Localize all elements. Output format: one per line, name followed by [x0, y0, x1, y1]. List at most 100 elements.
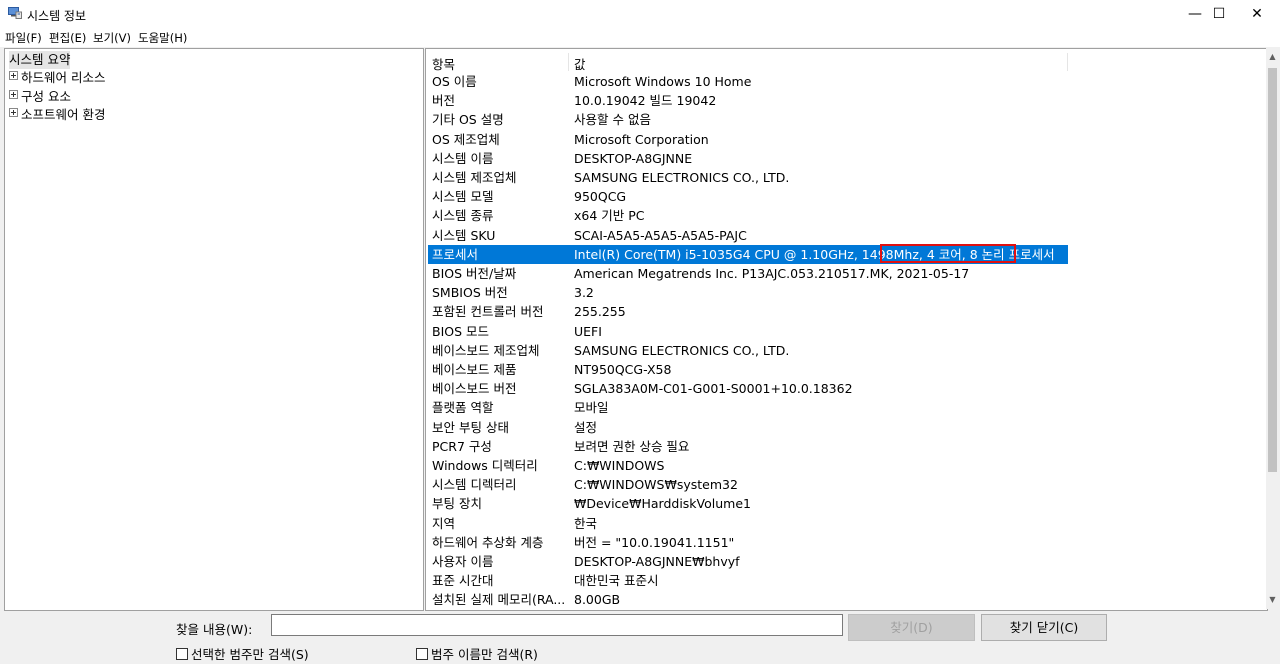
- table-row[interactable]: 시스템 이름 DESKTOP-A8GJNNE: [428, 149, 1068, 168]
- row-value: C:₩WINDOWS₩system32: [574, 477, 738, 493]
- table-row[interactable]: 베이스보드 제조업체 SAMSUNG ELECTRONICS CO., LTD.: [428, 341, 1068, 360]
- table-row[interactable]: 베이스보드 제품 NT950QCG-X58: [428, 360, 1068, 379]
- row-value: ₩Device₩HarddiskVolume1: [574, 496, 751, 512]
- row-value: SGLA383A0M-C01-G001-S0001+10.0.18362: [574, 381, 853, 397]
- row-item: 사용자 이름: [432, 554, 494, 569]
- window-title: 시스템 정보: [27, 9, 87, 23]
- row-value: 3.2: [574, 285, 594, 301]
- row-value: SAMSUNG ELECTRONICS CO., LTD.: [574, 170, 790, 185]
- table-row[interactable]: 사용자 이름 DESKTOP-A8GJNNE₩bhvyf: [428, 552, 1068, 571]
- tree-item-hardware-resources[interactable]: 하드웨어 리소스: [9, 69, 105, 87]
- row-item: SMBIOS 버전: [432, 285, 508, 301]
- table-row[interactable]: BIOS 모드 UEFI: [428, 322, 1068, 341]
- table-row[interactable]: 베이스보드 버전 SGLA383A0M-C01-G001-S0001+10.0.1…: [428, 379, 1068, 398]
- list-header: 항목 값: [426, 51, 1068, 73]
- details-list: 항목 값 OS 이름 Microsoft Windows 10 Home 버전 10.…: [425, 48, 1268, 611]
- plus-box-icon[interactable]: [9, 90, 18, 99]
- row-item: Windows 디렉터리: [432, 458, 538, 473]
- row-value: 모바일: [574, 400, 609, 416]
- row-item: 포함된 컨트롤러 버전: [432, 304, 544, 320]
- menu-view[interactable]: 보기(V): [93, 30, 131, 46]
- row-value: 한국: [574, 515, 598, 531]
- row-value: Microsoft Windows 10 Home: [574, 74, 752, 89]
- checkbox-label: 선택한 범주만 검색(S): [191, 647, 309, 662]
- table-row[interactable]: 부팅 장치 ₩Device₩HarddiskVolume1: [428, 494, 1068, 513]
- table-row[interactable]: 플랫폼 역할 모바일: [428, 398, 1068, 417]
- column-header-value[interactable]: 값: [574, 54, 586, 73]
- row-value: 8.00GB: [574, 592, 621, 608]
- column-divider[interactable]: [1067, 53, 1068, 71]
- table-row[interactable]: 설치된 실제 메모리(RA... 8.00GB: [428, 590, 1068, 609]
- row-item: 시스템 디렉터리: [432, 477, 517, 493]
- table-row[interactable]: OS 제조업체 Microsoft Corporation: [428, 130, 1068, 149]
- title-bar: 시스템 정보 — ☐ ✕: [0, 0, 1280, 28]
- find-button[interactable]: 찾기(D): [848, 614, 975, 641]
- row-item: BIOS 모드: [432, 323, 490, 339]
- checkbox-label: 범주 이름만 검색(R): [431, 647, 538, 662]
- selected-category-only-checkbox[interactable]: 선택한 범주만 검색(S): [176, 644, 309, 663]
- table-row[interactable]: 프로세서 Intel(R) Core(TM) i5-1035G4 CPU @ 1.…: [428, 243, 1068, 264]
- scroll-up-arrow-icon[interactable]: ▲: [1268, 52, 1277, 62]
- menu-help[interactable]: 도움말(H): [138, 30, 187, 46]
- table-row[interactable]: 보안 부팅 상태 설정: [428, 418, 1068, 437]
- table-row[interactable]: 시스템 SKU SCAI-A5A5-A5A5-A5A5-PAJC: [428, 226, 1068, 245]
- row-value: DESKTOP-A8GJNNE₩bhvyf: [574, 554, 740, 569]
- column-header-item[interactable]: 항목: [432, 54, 455, 73]
- row-item: 시스템 종류: [432, 208, 494, 224]
- row-value: SAMSUNG ELECTRONICS CO., LTD.: [574, 342, 790, 358]
- search-label: 찾을 내용(W):: [176, 622, 253, 637]
- row-value: DESKTOP-A8GJNNE: [574, 150, 693, 166]
- row-value: x64 기반 PC: [574, 208, 645, 224]
- table-row[interactable]: 버전 10.0.19042 빌드 19042: [428, 91, 1068, 110]
- vertical-scrollbar[interactable]: ▲ ▼: [1266, 48, 1279, 609]
- row-item: 플랫폼 역할: [432, 400, 494, 416]
- row-item: PCR7 구성: [432, 438, 492, 454]
- table-row[interactable]: 지역 한국: [428, 514, 1068, 533]
- row-item: 시스템 제조업체: [432, 170, 517, 185]
- table-row[interactable]: 시스템 디렉터리 C:₩WINDOWS₩system32: [428, 475, 1068, 494]
- plus-box-icon[interactable]: [9, 71, 18, 80]
- table-row[interactable]: OS 이름 Microsoft Windows 10 Home: [428, 72, 1068, 91]
- table-row[interactable]: 기타 OS 설명 사용할 수 없음: [428, 110, 1068, 129]
- search-input[interactable]: [271, 614, 843, 636]
- maximize-icon: ☐: [1212, 6, 1226, 22]
- table-row[interactable]: 시스템 모델 950QCG: [428, 187, 1068, 206]
- table-row[interactable]: 시스템 제조업체 SAMSUNG ELECTRONICS CO., LTD.: [428, 168, 1068, 187]
- checkbox-icon: [416, 648, 428, 660]
- category-tree: 시스템 요약 하드웨어 리소스 구성 요소 소프트웨어 환경: [4, 48, 424, 611]
- row-value: 설정: [574, 419, 598, 435]
- table-row[interactable]: 시스템 종류 x64 기반 PC: [428, 206, 1068, 225]
- tree-item-software-environment[interactable]: 소프트웨어 환경: [9, 106, 105, 124]
- table-row[interactable]: Windows 디렉터리 C:₩WINDOWS: [428, 456, 1068, 475]
- row-value: American Megatrends Inc. P13AJC.053.2105…: [574, 266, 970, 281]
- checkbox-icon: [176, 648, 188, 660]
- scroll-down-arrow-icon[interactable]: ▼: [1268, 595, 1277, 605]
- menu-bar: 파일(F) 편집(E) 보기(V) 도움말(H): [0, 28, 1280, 47]
- table-row[interactable]: 하드웨어 추상화 계층 버전 = "10.0.19041.1151": [428, 533, 1068, 552]
- menu-file[interactable]: 파일(F): [5, 30, 42, 46]
- row-item: BIOS 버전/날짜: [432, 266, 517, 281]
- close-button[interactable]: ✕: [1234, 0, 1280, 28]
- row-value: Microsoft Corporation: [574, 131, 709, 147]
- row-item: 하드웨어 추상화 계층: [432, 534, 544, 550]
- row-value: UEFI: [574, 323, 602, 339]
- table-row[interactable]: PCR7 구성 보려면 권한 상승 필요: [428, 437, 1068, 456]
- close-find-button[interactable]: 찾기 닫기(C): [981, 614, 1107, 641]
- table-row[interactable]: 표준 시간대 대한민국 표준시: [428, 571, 1068, 590]
- table-row[interactable]: SMBIOS 버전 3.2: [428, 283, 1068, 302]
- table-row[interactable]: BIOS 버전/날짜 American Megatrends Inc. P13AJ…: [428, 264, 1068, 283]
- table-row[interactable]: 포함된 컨트롤러 버전 255.255: [428, 302, 1068, 321]
- row-item: 버전: [432, 93, 456, 109]
- category-names-only-checkbox[interactable]: 범주 이름만 검색(R): [416, 644, 538, 663]
- plus-box-icon[interactable]: [9, 108, 18, 117]
- row-item: 베이스보드 제품: [432, 362, 517, 377]
- row-value: 대한민국 표준시: [574, 573, 659, 589]
- row-item: 지역: [432, 515, 456, 531]
- tree-item-label: 시스템 요약: [9, 52, 71, 67]
- tree-item-system-summary[interactable]: 시스템 요약: [9, 51, 71, 69]
- tree-item-components[interactable]: 구성 요소: [9, 88, 71, 106]
- column-divider[interactable]: [568, 53, 569, 71]
- tree-item-label: 구성 요소: [21, 89, 71, 104]
- scroll-thumb[interactable]: [1268, 68, 1277, 472]
- menu-edit[interactable]: 편집(E): [49, 30, 86, 46]
